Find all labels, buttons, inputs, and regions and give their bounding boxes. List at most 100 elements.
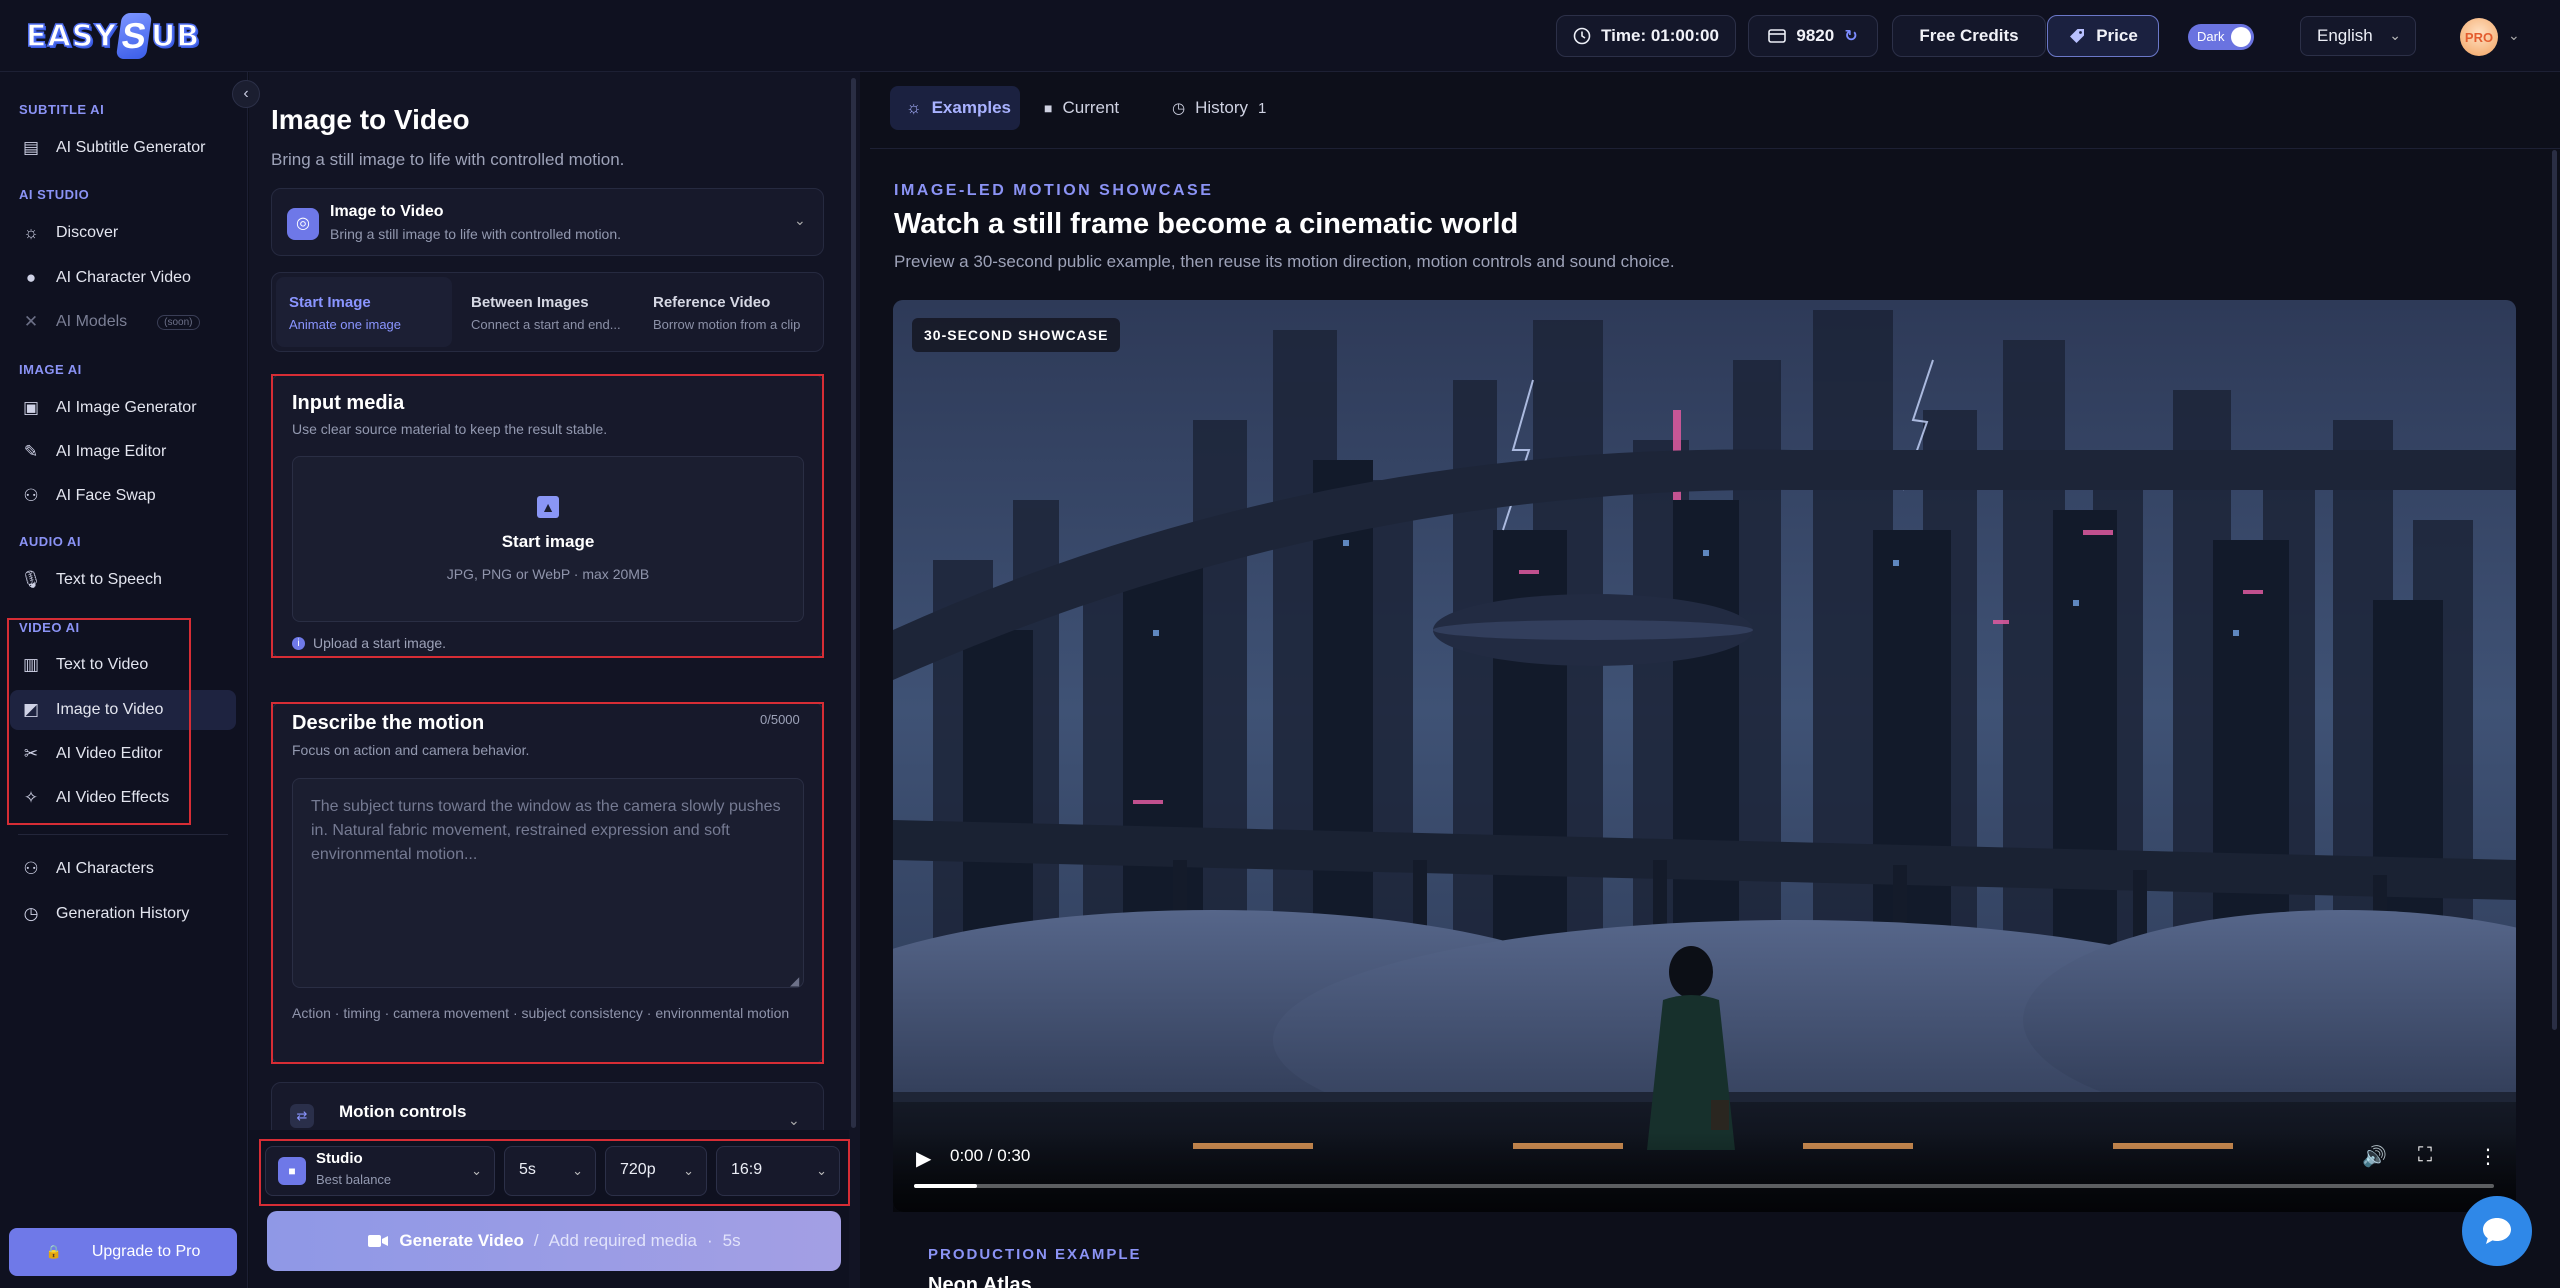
sidebar-item-label: AI Subtitle Generator [56, 139, 206, 156]
highlight-box-settings [259, 1139, 850, 1206]
chevron-down-icon[interactable]: ⌄ [2508, 27, 2520, 44]
volume-icon[interactable]: 🔊 [2362, 1144, 2387, 1169]
tab-title: Reference Video [653, 294, 771, 311]
sidebar-item-ai-characters[interactable]: ⚇ AI Characters [10, 849, 236, 889]
page-title: Image to Video [271, 104, 470, 135]
tab-subtitle: Connect a start and end... [471, 317, 621, 332]
mode-selector-title: Image to Video [330, 203, 444, 220]
logo[interactable]: EASY S UB [25, 12, 201, 60]
price-button[interactable]: Price [2047, 15, 2159, 57]
brush-icon: ✎ [23, 442, 39, 461]
tab-examples[interactable]: ☼ Examples [890, 86, 1020, 130]
sidebar-item-generation-history[interactable]: ◷ Generation History [10, 894, 236, 934]
sidebar-item-ai-face-swap[interactable]: ⚇ AI Face Swap [10, 476, 236, 516]
language-value: English [2317, 26, 2373, 45]
microphone-icon: 🎙 [20, 570, 42, 589]
tab-label: Current [1062, 98, 1120, 117]
tab-between-images[interactable] [458, 277, 634, 347]
sidebar-item-ai-subtitle-generator[interactable]: ▤ AI Subtitle Generator [10, 128, 236, 168]
tab-title: Between Images [471, 294, 589, 311]
sidebar-item-ai-character-video[interactable]: ● AI Character Video [10, 258, 236, 298]
history-icon: ◷ [23, 904, 39, 923]
theme-toggle[interactable]: Dark [2188, 24, 2254, 50]
credits-value: 9820 [1796, 26, 1835, 45]
sidebar-item-discover[interactable]: ☼ Discover [10, 213, 236, 253]
logo-s-mark: S [115, 13, 153, 59]
mode-selector[interactable] [271, 188, 824, 256]
chevron-left-icon: ‹ [243, 85, 249, 102]
sliders-icon: ⇄ [290, 1104, 314, 1128]
tab-reference-video[interactable] [640, 277, 818, 347]
generate-duration: 5s [722, 1231, 741, 1250]
upgrade-to-pro-button[interactable]: 🔒 Upgrade to Pro [9, 1228, 237, 1276]
play-icon[interactable]: ▶ [916, 1146, 931, 1171]
time-remaining-pill[interactable]: Time: 01:00:00 [1556, 15, 1736, 57]
refresh-icon[interactable]: ↻ [1844, 26, 1857, 46]
compass-icon: ◎ [287, 208, 319, 240]
sidebar-item-label: AI Characters [56, 860, 154, 877]
image-icon: ▣ [22, 398, 40, 417]
sidebar-item-label: AI Image Generator [56, 399, 197, 416]
showcase-badge: 30-SECOND SHOWCASE [912, 318, 1121, 352]
sidebar-item-label: AI Models [56, 313, 128, 330]
section-title-audio-ai: AUDIO AI [19, 534, 82, 549]
section-title-subtitle-ai: SUBTITLE AI [19, 102, 105, 117]
sidebar-item-label: Discover [56, 224, 119, 241]
logo-text-right: UB [150, 18, 201, 55]
video-time: 0:00 / 0:30 [950, 1146, 1031, 1165]
video-icon: ■ [1044, 100, 1053, 116]
people-icon: ⚇ [23, 486, 39, 505]
theme-toggle-label: Dark [2197, 29, 2225, 44]
language-select[interactable]: English ⌄ [2300, 16, 2416, 56]
upgrade-label: Upgrade to Pro [91, 1243, 201, 1260]
toggle-knob [2231, 27, 2251, 47]
free-credits-button[interactable]: Free Credits [1892, 15, 2046, 57]
sidebar-item-label: AI Image Editor [56, 443, 167, 460]
sidebar-divider [18, 834, 228, 835]
tab-history[interactable]: ◷ History 1 [1156, 86, 1286, 130]
fullscreen-icon[interactable]: ⛶ [2418, 1144, 2432, 1167]
mode-selector-subtitle: Bring a still image to life with control… [330, 226, 622, 242]
tabs-divider [870, 148, 2560, 149]
tab-current[interactable]: ■ Current [1028, 86, 1150, 130]
sidebar-item-label: AI Character Video [56, 269, 191, 286]
production-eyebrow: PRODUCTION EXAMPLE [928, 1246, 1142, 1263]
sparkle-icon: ☼ [906, 98, 922, 117]
tab-start-image[interactable] [276, 277, 452, 347]
generate-status: Add required media [548, 1231, 697, 1250]
generate-video-button[interactable]: Generate Video / Add required media · 5s [267, 1211, 841, 1271]
form-scrollbar[interactable] [851, 78, 856, 1128]
sidebar-item-text-to-speech[interactable]: 🎙 Text to Speech [10, 560, 236, 600]
sidebar-item-ai-image-editor[interactable]: ✎ AI Image Editor [10, 432, 236, 472]
chevron-down-icon: ⌄ [794, 212, 806, 228]
tab-label: History [1195, 98, 1248, 117]
showcase-subtitle: Preview a 30-second public example, then… [894, 252, 1675, 271]
tools-icon: ✕ [23, 312, 39, 331]
motion-controls-title: Motion controls [339, 1102, 467, 1121]
tab-title: Start Image [289, 294, 371, 311]
section-title-image-ai: IMAGE AI [19, 362, 82, 377]
page-subtitle: Bring a still image to life with control… [271, 150, 625, 169]
sidebar-item-label: AI Face Swap [56, 487, 156, 504]
highlight-box-motion [271, 702, 824, 1064]
chevron-down-icon: ⌄ [2389, 27, 2401, 43]
more-options-icon[interactable]: ⋮ [2478, 1144, 2498, 1169]
price-label: Price [2096, 26, 2138, 45]
section-title-ai-studio: AI STUDIO [19, 187, 90, 202]
sidebar-item-ai-models[interactable]: ✕ AI Models (soon) [10, 302, 236, 342]
time-label: Time: 01:00:00 [1601, 26, 1719, 45]
history-count: 1 [1258, 99, 1267, 117]
soon-badge: (soon) [157, 314, 200, 330]
history-icon: ◷ [1172, 100, 1186, 117]
avatar[interactable]: PRO [2460, 18, 2498, 56]
chat-support-button[interactable] [2462, 1196, 2532, 1266]
showcase-video[interactable] [893, 300, 2516, 1212]
video-progress-track[interactable] [914, 1184, 2494, 1188]
city-scene-image [893, 300, 2516, 1212]
credits-pill[interactable]: 9820 ↻ [1748, 15, 1878, 57]
sidebar-item-label: Text to Speech [56, 571, 162, 588]
generate-label: Generate Video [399, 1231, 524, 1250]
collapse-sidebar-button[interactable]: ‹ [232, 80, 260, 108]
preview-scrollbar[interactable] [2552, 150, 2557, 1030]
sidebar-item-ai-image-generator[interactable]: ▣ AI Image Generator [10, 388, 236, 428]
